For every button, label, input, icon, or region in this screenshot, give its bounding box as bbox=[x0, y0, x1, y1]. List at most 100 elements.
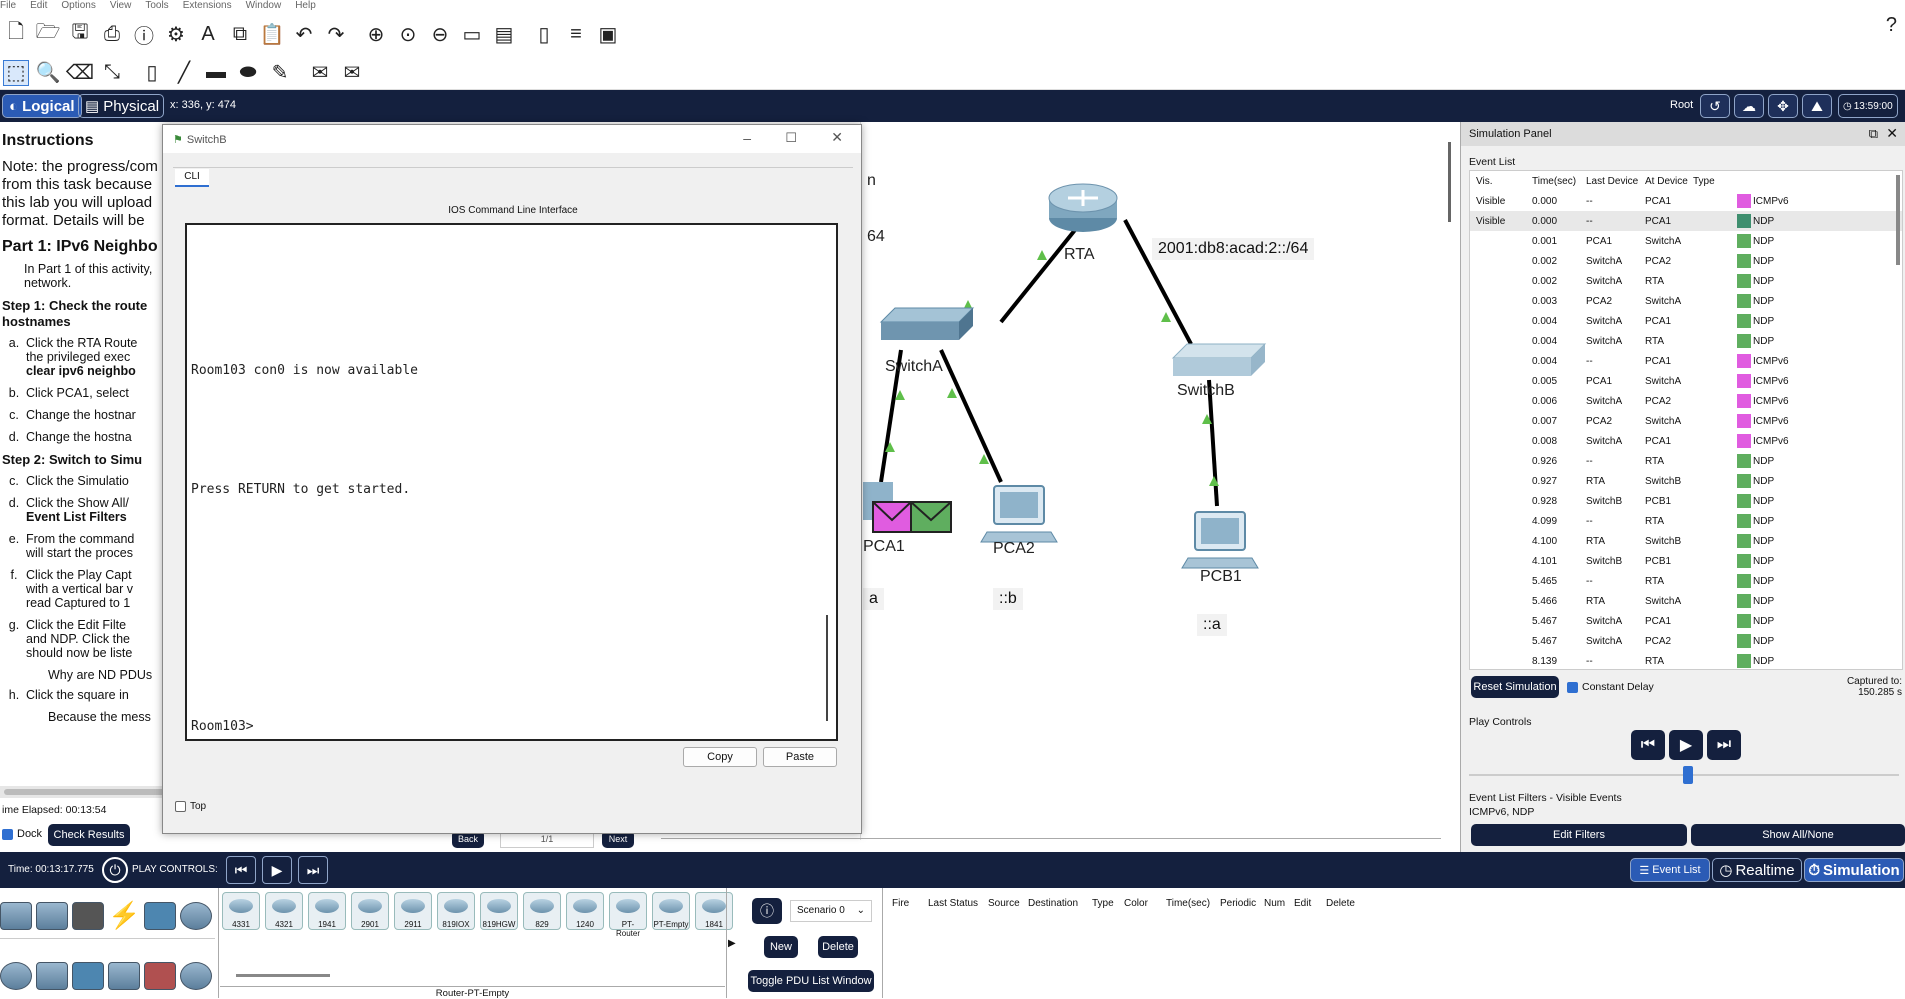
event-type-color-swatch[interactable] bbox=[1737, 234, 1751, 248]
event-type-color-swatch[interactable] bbox=[1737, 494, 1751, 508]
event-row[interactable]: 5.467 SwitchA PCA2 NDP bbox=[1470, 631, 1902, 651]
print-icon[interactable]: ⎙ bbox=[99, 21, 125, 47]
menu-file[interactable]: File bbox=[0, 0, 16, 11]
device-model-tile[interactable]: 819HGW bbox=[480, 892, 518, 930]
menu-window[interactable]: Window bbox=[246, 0, 282, 11]
device-model-tile[interactable]: PT-Empty bbox=[652, 892, 690, 930]
logical-workspace[interactable]: n 64 RTA 2001:db8:acad:2::/64 SwitchA Sw… bbox=[661, 122, 1452, 840]
event-row[interactable]: 4.101 SwitchB PCB1 NDP bbox=[1470, 551, 1902, 571]
step-forward-icon[interactable]: ⏭ bbox=[1707, 730, 1741, 760]
link-rta-switcha[interactable] bbox=[999, 218, 1085, 324]
hubs-icon[interactable] bbox=[72, 962, 104, 990]
play-icon[interactable]: ▶ bbox=[262, 856, 292, 884]
switch-icon[interactable] bbox=[1171, 343, 1267, 376]
event-row[interactable]: 0.928 SwitchB PCB1 NDP bbox=[1470, 491, 1902, 511]
pdu-column-header[interactable]: Delete bbox=[1326, 898, 1355, 909]
step-forward-icon[interactable]: ⏭ bbox=[298, 856, 328, 884]
step-back-icon[interactable]: ⏮ bbox=[226, 856, 256, 884]
event-row[interactable]: 5.467 SwitchA PCA1 NDP bbox=[1470, 611, 1902, 631]
connections-icon[interactable]: ⚡ bbox=[108, 900, 140, 931]
close-icon[interactable]: ✕ bbox=[1886, 125, 1898, 142]
complex-pdu-icon[interactable]: ✉ bbox=[339, 60, 365, 86]
back-icon[interactable]: ↺ bbox=[1700, 94, 1730, 118]
menu-view[interactable]: View bbox=[110, 0, 132, 11]
event-row[interactable]: Visible 0.000 -- PCA1 ICMPv6 bbox=[1470, 191, 1902, 211]
pdu-column-header[interactable]: Fire bbox=[892, 898, 909, 909]
event-row[interactable]: 0.005 PCA1 SwitchA ICMPv6 bbox=[1470, 371, 1902, 391]
scenario-select[interactable]: Scenario 0 ⌄ bbox=[790, 900, 872, 922]
event-row[interactable]: 0.004 SwitchA PCA1 NDP bbox=[1470, 311, 1902, 331]
toggle-pdu-list-button[interactable]: Toggle PDU List Window bbox=[748, 970, 874, 992]
paste-button[interactable]: Paste bbox=[763, 747, 837, 767]
dock-checkbox[interactable]: Dock bbox=[2, 828, 42, 840]
tab-cli[interactable]: CLI bbox=[175, 169, 209, 187]
event-row[interactable]: 0.002 SwitchA RTA NDP bbox=[1470, 271, 1902, 291]
image-icon[interactable]: ▣ bbox=[595, 21, 621, 47]
switch-icon[interactable] bbox=[879, 307, 975, 340]
maximize-icon[interactable]: ☐ bbox=[785, 130, 797, 146]
dock-check-icon[interactable] bbox=[2, 828, 13, 840]
event-type-color-swatch[interactable] bbox=[1737, 434, 1751, 448]
activity-wizard-icon[interactable]: A bbox=[195, 21, 221, 47]
select-icon[interactable]: ⬚ bbox=[3, 59, 29, 86]
device-model-tile[interactable]: 4321 bbox=[265, 892, 303, 930]
event-type-color-swatch[interactable] bbox=[1737, 254, 1751, 268]
reset-simulation-button[interactable]: Reset Simulation bbox=[1471, 676, 1559, 698]
pdu-column-header[interactable]: Periodic bbox=[1220, 898, 1256, 909]
resize-icon[interactable]: ⤡ bbox=[99, 60, 125, 86]
security-icon[interactable] bbox=[144, 962, 176, 990]
pc-icon[interactable] bbox=[1181, 511, 1259, 569]
device-model-tile[interactable]: 4331 bbox=[222, 892, 260, 930]
pdu-column-header[interactable]: Num bbox=[1264, 898, 1285, 909]
cli-terminal[interactable]: Room103 con0 is now available Press RETU… bbox=[185, 223, 838, 741]
rectangle-icon[interactable]: ▬ bbox=[203, 60, 229, 86]
event-type-color-swatch[interactable] bbox=[1737, 474, 1751, 488]
router-icon[interactable] bbox=[1048, 183, 1118, 232]
event-row[interactable]: 5.466 RTA SwitchA NDP bbox=[1470, 591, 1902, 611]
pdu-column-header[interactable]: Type bbox=[1092, 898, 1114, 909]
end-devices-icon[interactable] bbox=[36, 902, 68, 930]
physical-tab[interactable]: ▤ Physical bbox=[78, 94, 164, 118]
event-row[interactable]: 0.003 PCA2 SwitchA NDP bbox=[1470, 291, 1902, 311]
event-row[interactable]: Visible 0.000 -- PCA1 NDP bbox=[1470, 211, 1902, 231]
link-switcha-pca2[interactable] bbox=[939, 349, 1003, 483]
zoom-in-icon[interactable]: ⊕ bbox=[363, 21, 389, 47]
menu-edit[interactable]: Edit bbox=[30, 0, 47, 11]
top-checkbox[interactable]: Top bbox=[175, 801, 206, 812]
paste-icon[interactable]: 📋 bbox=[259, 21, 285, 47]
event-type-color-swatch[interactable] bbox=[1737, 614, 1751, 628]
undock-icon[interactable]: ⧉ bbox=[1869, 126, 1878, 142]
event-row[interactable]: 4.099 -- RTA NDP bbox=[1470, 511, 1902, 531]
menu-options[interactable]: Options bbox=[61, 0, 95, 11]
close-icon[interactable]: ✕ bbox=[831, 129, 843, 146]
window-titlebar[interactable]: ⚑ SwitchB – ☐ ✕ bbox=[163, 125, 861, 153]
move-viewport-icon[interactable]: ✥ bbox=[1768, 94, 1798, 118]
event-type-color-swatch[interactable] bbox=[1737, 294, 1751, 308]
clock[interactable]: ◷ 13:59:00 bbox=[1838, 94, 1898, 118]
new-file-icon[interactable]: 🗋 bbox=[3, 21, 29, 47]
realtime-mode-button[interactable]: ◷ Realtime bbox=[1712, 858, 1802, 882]
event-row[interactable]: 0.927 RTA SwitchB NDP bbox=[1470, 471, 1902, 491]
event-type-color-swatch[interactable] bbox=[1737, 454, 1751, 468]
event-type-color-swatch[interactable] bbox=[1737, 654, 1751, 668]
zoom-reset-icon[interactable]: ⊙ bbox=[395, 21, 421, 47]
ndp-pdu-envelope-icon[interactable] bbox=[910, 501, 952, 533]
wireless-devices-icon[interactable] bbox=[108, 962, 140, 990]
simple-pdu-icon[interactable]: ✉ bbox=[307, 60, 333, 86]
save-icon[interactable]: 🖫 bbox=[67, 21, 93, 47]
event-row[interactable]: 4.100 RTA SwitchB NDP bbox=[1470, 531, 1902, 551]
event-row[interactable]: 0.002 SwitchA PCA2 NDP bbox=[1470, 251, 1902, 271]
delete-scenario-button[interactable]: Delete bbox=[818, 936, 858, 958]
pdu-column-header[interactable]: Edit bbox=[1294, 898, 1311, 909]
terminal-scrollbar[interactable] bbox=[826, 615, 828, 721]
event-type-color-swatch[interactable] bbox=[1737, 394, 1751, 408]
step-back-icon[interactable]: ⏮ bbox=[1631, 730, 1665, 760]
event-type-color-swatch[interactable] bbox=[1737, 594, 1751, 608]
event-type-color-swatch[interactable] bbox=[1737, 274, 1751, 288]
environment-icon[interactable]: ⛰ bbox=[1802, 94, 1832, 118]
event-row[interactable]: 8.139 -- RTA NDP bbox=[1470, 651, 1902, 669]
inspect-icon[interactable]: 🔍 bbox=[35, 60, 61, 86]
expand-icon[interactable]: ▶ bbox=[728, 938, 736, 949]
rack-icon[interactable]: ≡ bbox=[563, 21, 589, 47]
custom-devices-icon[interactable]: ▤ bbox=[491, 21, 517, 47]
